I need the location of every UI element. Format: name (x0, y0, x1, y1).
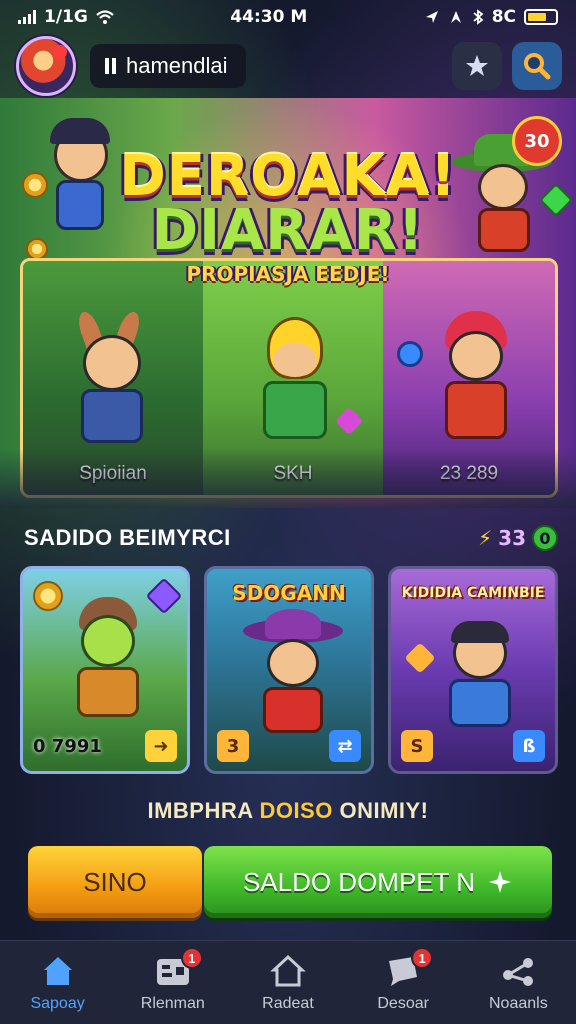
hero-panel[interactable]: 23 289 (383, 261, 555, 495)
search-button[interactable] (512, 42, 562, 90)
nav-label: Desoar (377, 995, 429, 1012)
info-icon[interactable]: ß (513, 730, 545, 762)
nav-label: Rlenman (140, 995, 205, 1012)
promo-text-end: ONIMIY! (332, 798, 429, 823)
avatar[interactable] (16, 36, 76, 96)
wifi-icon (96, 10, 114, 24)
status-right-text: 8C (491, 7, 516, 27)
status-bar: 1/1G 44:30 M 8C (0, 0, 576, 34)
section-title: SADIDO BEIMYRCI (24, 525, 231, 550)
section-header: SADIDO BEIMYRCI ⚡ 33 0 (24, 520, 558, 556)
nav-item-social[interactable]: Noaanls (461, 941, 576, 1024)
card-title: SDOGANN (232, 581, 346, 605)
card-character (431, 617, 541, 747)
search-icon (524, 53, 551, 80)
signal-icon (18, 10, 36, 24)
inventory-icon: 1 (153, 947, 203, 989)
character-runner (423, 301, 533, 451)
pause-icon (105, 58, 116, 74)
card-title: KIDIDIA CAMINBIE (401, 585, 545, 601)
nav-item-desoar[interactable]: 1 Desoar (346, 941, 461, 1024)
home-icon (38, 953, 78, 989)
nav-item-home[interactable]: Sapoay (0, 941, 115, 1024)
chat-icon: 1 (383, 947, 434, 989)
nav-label: Sapoay (30, 995, 85, 1012)
card-character (233, 609, 353, 739)
promo-highlight: DOISO (259, 798, 333, 823)
hero-banner[interactable]: 30 DEROAKA! DIARAR! Spioiian SKH 23 289 … (0, 98, 576, 508)
orb-icon (397, 341, 423, 367)
card-value: 0 7991 (33, 735, 102, 757)
hero-panel[interactable]: SKH (203, 261, 383, 495)
username: hamendlai (126, 53, 228, 78)
currency-icon: S (401, 730, 433, 762)
score-badge: 30 (512, 116, 562, 166)
claim-icon[interactable]: ➜ (145, 730, 177, 762)
hero-subtitle: PROPIASJA EEDJE! (186, 262, 390, 286)
hero-panel[interactable]: Spioiian (23, 261, 203, 495)
top-header: hamendlai (0, 34, 576, 98)
game-card[interactable]: KIDIDIA CAMINBIE S ß (388, 566, 558, 774)
notification-dot (53, 45, 67, 59)
bolt-icon: ⚡ (478, 526, 493, 550)
promo-text-start: IMBPHRA (147, 798, 260, 823)
currency-value: 33 (498, 526, 526, 550)
number-badge: 3 (217, 730, 249, 762)
network-label: 1/1G (44, 7, 88, 27)
currency-badge: 0 (532, 525, 558, 551)
character-hero (239, 317, 349, 457)
star-badge-icon (466, 55, 488, 76)
status-time: 44:30 M (230, 7, 308, 27)
card-footer: 3 ⇄ (217, 730, 361, 762)
nav-item-radeat[interactable]: Radeat (230, 941, 345, 1024)
panel-label: Spioiian (79, 463, 147, 484)
card-footer: S ß (401, 730, 545, 762)
hero-character-frame: Spioiian SKH 23 289 (20, 258, 558, 498)
panel-label: 23 289 (439, 463, 499, 484)
bluetooth-icon (473, 9, 484, 25)
bottom-nav: Sapoay 1 Rlenman Radeat 1 Desoar Noaanls (0, 940, 576, 1024)
battery-icon (524, 9, 558, 25)
share-icon[interactable]: ⇄ (329, 730, 361, 762)
nav-item-inventory[interactable]: 1 Rlenman (115, 941, 230, 1024)
nav-label: Noaanls (488, 995, 548, 1012)
navigation-icon (450, 11, 461, 23)
wallet-button-label: SALDO DOMPET N (242, 866, 476, 897)
card-character (53, 597, 163, 727)
location-icon (425, 11, 438, 23)
game-card[interactable]: 0 7991 ➜ (20, 566, 190, 774)
currency-display[interactable]: ⚡ 33 0 (478, 525, 558, 551)
promo-text: IMBPHRA DOISO ONIMIY! (0, 798, 576, 824)
hero-title-line2: DIARAR! (151, 198, 425, 263)
sparkle-icon (489, 871, 512, 893)
panel-label: SKH (273, 463, 313, 484)
game-card[interactable]: SDOGANN 3 ⇄ (204, 566, 374, 774)
notification-badge: 1 (411, 947, 434, 969)
primary-action-button[interactable]: SINO (28, 846, 202, 918)
username-pill[interactable]: hamendlai (90, 44, 246, 88)
card-footer: 0 7991 ➜ (33, 730, 177, 762)
primary-action-label: SINO (83, 866, 147, 897)
wallet-button[interactable]: SALDO DOMPET N (204, 846, 552, 918)
notification-badge: 1 (180, 947, 203, 969)
favorites-button[interactable] (452, 42, 502, 90)
game-cards: 0 7991 ➜ SDOGANN 3 ⇄ KIDIDIA CAMINBIE S … (20, 566, 560, 774)
character-warrior (63, 309, 163, 451)
nav-label: Radeat (262, 995, 314, 1012)
house-icon (268, 953, 308, 989)
share-icon (498, 953, 538, 989)
